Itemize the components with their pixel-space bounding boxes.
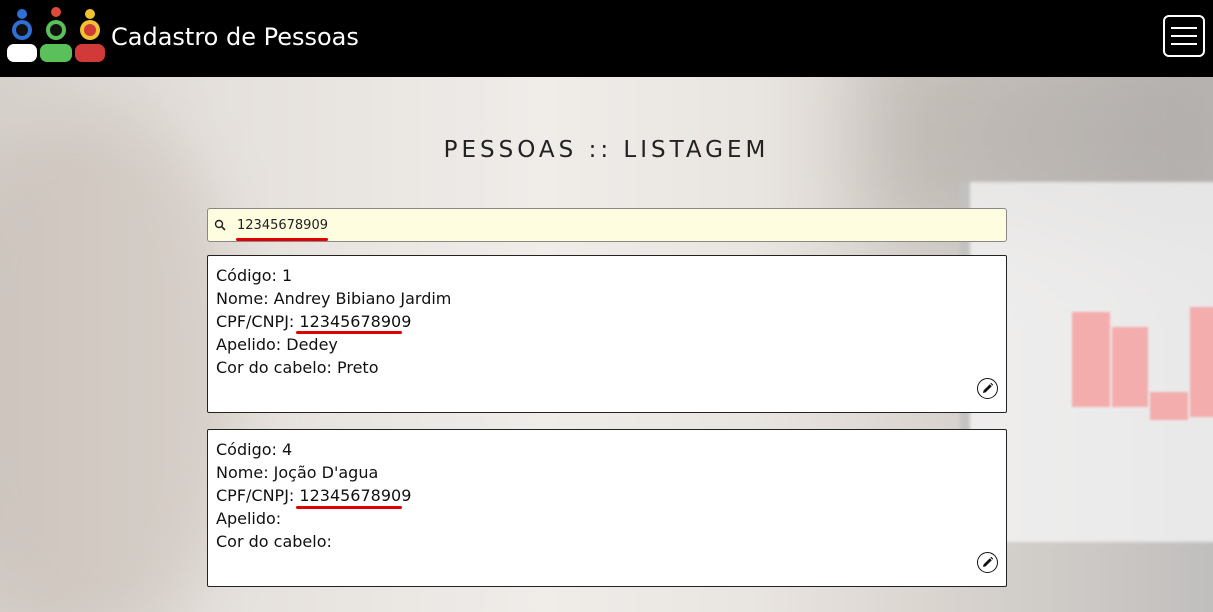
codigo-value: 4	[282, 440, 293, 459]
cabelo-label: Cor do cabelo:	[216, 532, 332, 551]
nome-label: Nome:	[216, 289, 269, 308]
page-title: PESSOAS :: LISTAGEM	[443, 137, 770, 163]
hamburger-menu-icon	[1171, 27, 1197, 29]
cpf-row: CPF/CNPJ: 12345678909	[216, 310, 998, 333]
codigo-label: Código:	[216, 266, 277, 285]
cpf-value: 12345678909	[299, 486, 412, 505]
hamburger-menu-button[interactable]	[1163, 15, 1205, 57]
cabelo-row: Cor do cabelo:	[216, 530, 998, 553]
edit-button[interactable]	[977, 552, 998, 573]
nome-value: Joção D'agua	[273, 463, 379, 482]
cabelo-value: Preto	[336, 358, 379, 377]
apelido-value: Dedey	[286, 335, 338, 354]
cpf-label: CPF/CNPJ:	[216, 312, 295, 331]
search-box[interactable]	[207, 208, 1007, 242]
person-card: Código: 1 Nome: Andrey Bibiano Jardim CP…	[207, 255, 1007, 413]
hamburger-bar	[1171, 35, 1197, 37]
search-highlight-mark	[236, 238, 328, 241]
hamburger-bar	[1171, 43, 1197, 45]
nome-value: Andrey Bibiano Jardim	[273, 289, 452, 308]
apelido-label: Apelido:	[216, 509, 282, 528]
apelido-row: Apelido: Dedey	[216, 333, 998, 356]
nome-row: Nome: Joção D'agua	[216, 461, 998, 484]
codigo-row: Código: 1	[216, 264, 998, 287]
apelido-label: Apelido:	[216, 335, 282, 354]
cabelo-row: Cor do cabelo: Preto	[216, 356, 998, 379]
codigo-row: Código: 4	[216, 438, 998, 461]
cpf-highlight-mark	[296, 506, 402, 509]
pencil-icon	[983, 556, 994, 567]
top-navbar: Cadastro de Pessoas	[0, 0, 1213, 77]
edit-button[interactable]	[977, 378, 998, 399]
brand[interactable]: Cadastro de Pessoas	[4, 6, 359, 64]
nome-label: Nome:	[216, 463, 269, 482]
cpf-label: CPF/CNPJ:	[216, 486, 295, 505]
search-icon	[214, 219, 226, 231]
cpf-value: 12345678909	[299, 312, 412, 331]
search-input[interactable]	[237, 213, 937, 237]
apelido-row: Apelido:	[216, 507, 998, 530]
codigo-value: 1	[282, 266, 293, 285]
people-group-icon	[7, 7, 105, 62]
app-title: Cadastro de Pessoas	[111, 23, 359, 51]
nome-row: Nome: Andrey Bibiano Jardim	[216, 287, 998, 310]
codigo-label: Código:	[216, 440, 277, 459]
pencil-icon	[983, 382, 994, 393]
cpf-row: CPF/CNPJ: 12345678909	[216, 484, 998, 507]
cpf-highlight-mark	[296, 331, 402, 334]
cabelo-label: Cor do cabelo:	[216, 358, 332, 377]
